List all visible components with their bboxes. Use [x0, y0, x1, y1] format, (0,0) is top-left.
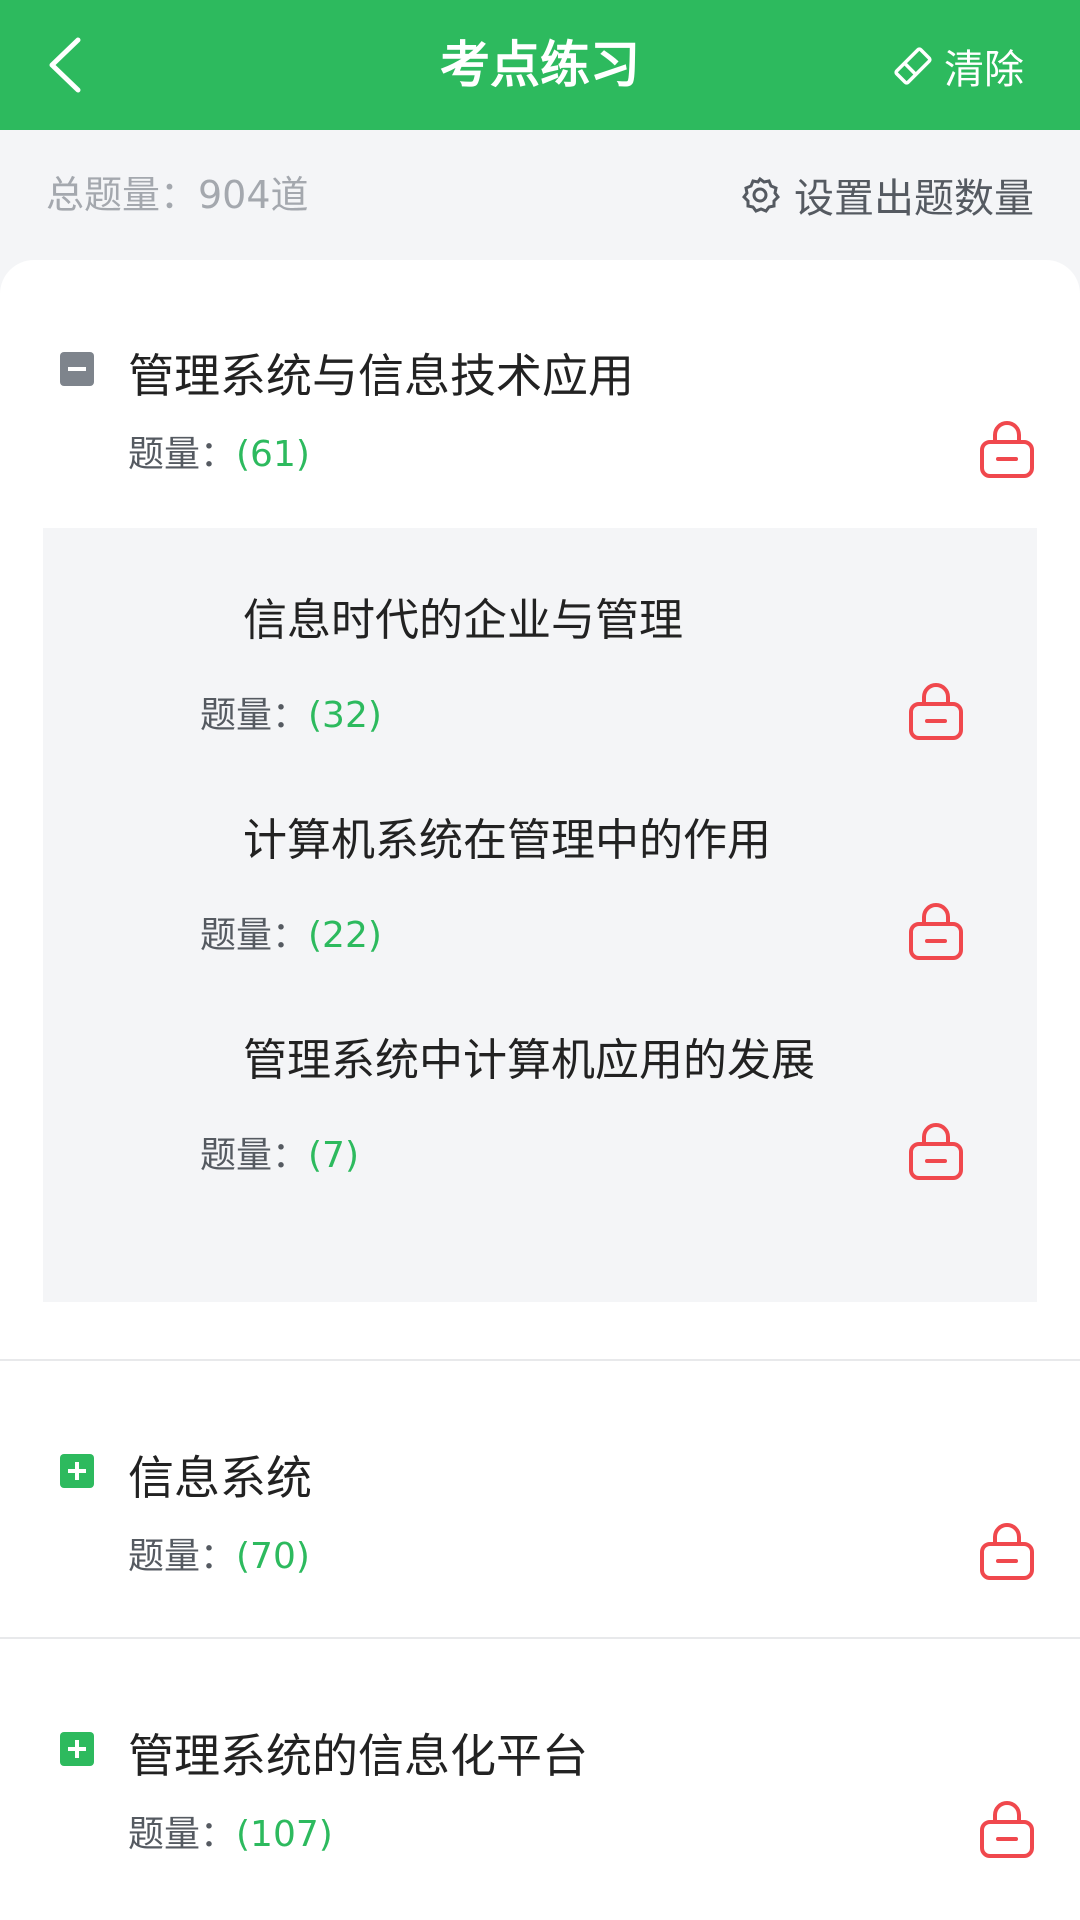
count-label: 题量：	[128, 1814, 237, 1855]
question-count: 题量：(22)	[200, 906, 382, 958]
subsection-title[interactable]: 信息时代的企业与管理	[243, 584, 683, 648]
lock-button[interactable]	[978, 1522, 1036, 1582]
minus-square-icon	[68, 367, 86, 371]
subsection-title[interactable]: 管理系统中计算机应用的发展	[243, 1024, 815, 1088]
set-question-count-button[interactable]: 设置出题数量	[740, 130, 1034, 260]
count-label: 题量：	[200, 695, 309, 736]
divider	[0, 1637, 1080, 1639]
lock-icon	[980, 1523, 1034, 1580]
lock-button[interactable]	[907, 1122, 965, 1182]
collapse-button[interactable]	[60, 352, 94, 386]
plus-square-icon	[68, 1740, 86, 1758]
section-title[interactable]: 管理系统与信息技术应用	[128, 340, 634, 406]
section-title[interactable]: 管理系统的信息化平台	[128, 1720, 588, 1786]
lock-button[interactable]	[907, 902, 965, 962]
expand-button[interactable]	[60, 1454, 94, 1488]
lock-button[interactable]	[907, 682, 965, 742]
section-item: 管理系统的信息化平台 题量：(107)	[0, 1640, 1080, 1920]
count-value: (7)	[308, 1135, 360, 1176]
lock-icon	[909, 903, 963, 960]
subsection-panel: 信息时代的企业与管理 题量：(32) 计算机系统在管理中的作用 题量：(22) …	[43, 528, 1037, 1302]
question-count: 题量：(32)	[200, 686, 382, 738]
lock-icon	[980, 1801, 1034, 1858]
question-count: 题量：(61)	[128, 425, 310, 477]
plus-square-icon	[68, 1462, 86, 1480]
expand-button[interactable]	[60, 1732, 94, 1766]
lock-icon	[909, 1123, 963, 1180]
count-label: 题量：	[200, 1135, 309, 1176]
chevron-left-icon	[49, 37, 81, 93]
clear-button[interactable]: 清除	[892, 38, 1024, 94]
lock-icon	[980, 421, 1034, 478]
count-label: 题量：	[128, 1536, 237, 1577]
subsection-title[interactable]: 计算机系统在管理中的作用	[243, 804, 771, 868]
question-count: 题量：(7)	[200, 1126, 359, 1178]
count-label: 题量：	[128, 434, 237, 475]
count-value: (70)	[236, 1536, 310, 1577]
lock-icon	[909, 683, 963, 740]
count-value: (61)	[236, 434, 310, 475]
summary-bar: 总题量：904道 设置出题数量	[0, 130, 1080, 260]
count-value: (32)	[308, 695, 382, 736]
clear-label: 清除	[944, 47, 1024, 93]
back-button[interactable]	[38, 30, 108, 100]
eraser-icon	[894, 47, 932, 85]
count-value: (107)	[236, 1814, 333, 1855]
divider	[0, 1359, 1080, 1361]
section-title[interactable]: 信息系统	[128, 1442, 312, 1508]
lock-button[interactable]	[978, 420, 1036, 480]
set-question-count-label: 设置出题数量	[794, 176, 1034, 222]
top-bar: 考点练习 清除	[0, 0, 1080, 130]
count-value: (22)	[308, 915, 382, 956]
lock-button[interactable]	[978, 1800, 1036, 1860]
total-question-count: 总题量：904道	[46, 173, 309, 217]
question-count: 题量：(70)	[128, 1527, 310, 1579]
question-count: 题量：(107)	[128, 1805, 333, 1857]
gear-icon	[742, 176, 780, 213]
count-label: 题量：	[200, 915, 309, 956]
section-item: 信息系统 题量：(70)	[0, 1362, 1080, 1638]
